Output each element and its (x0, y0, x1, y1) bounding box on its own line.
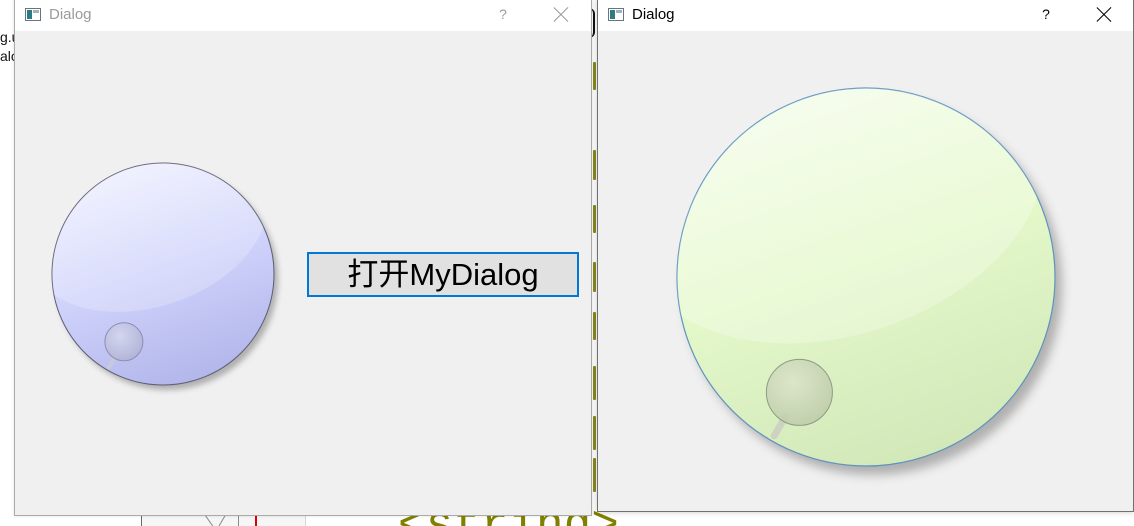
window-icon[interactable] (608, 8, 624, 21)
code-fragment-mark (593, 366, 596, 400)
title-bar[interactable]: Dialog ? (15, 0, 591, 31)
code-fragment-mark (593, 262, 596, 292)
code-fragment-mark (593, 150, 596, 180)
code-fragment-mark (593, 62, 596, 90)
code-fragment-mark (593, 416, 596, 450)
dial-notch (104, 322, 144, 362)
client-area (598, 31, 1133, 511)
dialog-window-mydialog: Dialog ? (597, 0, 1134, 512)
open-mydialog-button[interactable]: 打开MyDialog (307, 252, 579, 297)
close-icon[interactable] (554, 7, 568, 21)
window-icon[interactable] (25, 8, 41, 21)
client-area: 打开MyDialog (15, 31, 591, 515)
window-title: Dialog (632, 6, 675, 23)
dial-notch (765, 358, 833, 426)
code-fragment-mark (593, 205, 596, 233)
help-button[interactable]: ? (1036, 0, 1056, 28)
dial[interactable] (44, 155, 294, 405)
code-fragment-mark (593, 312, 596, 340)
help-button[interactable]: ? (493, 0, 513, 28)
window-title: Dialog (49, 6, 92, 23)
title-bar[interactable]: Dialog ? (598, 0, 1133, 31)
dialog-window-main: Dialog ? 打开MyDialog (14, 0, 592, 516)
code-brace-mark (592, 8, 595, 38)
dial[interactable] (666, 77, 1076, 487)
close-icon[interactable] (1097, 7, 1111, 21)
code-fragment-mark (593, 458, 596, 492)
